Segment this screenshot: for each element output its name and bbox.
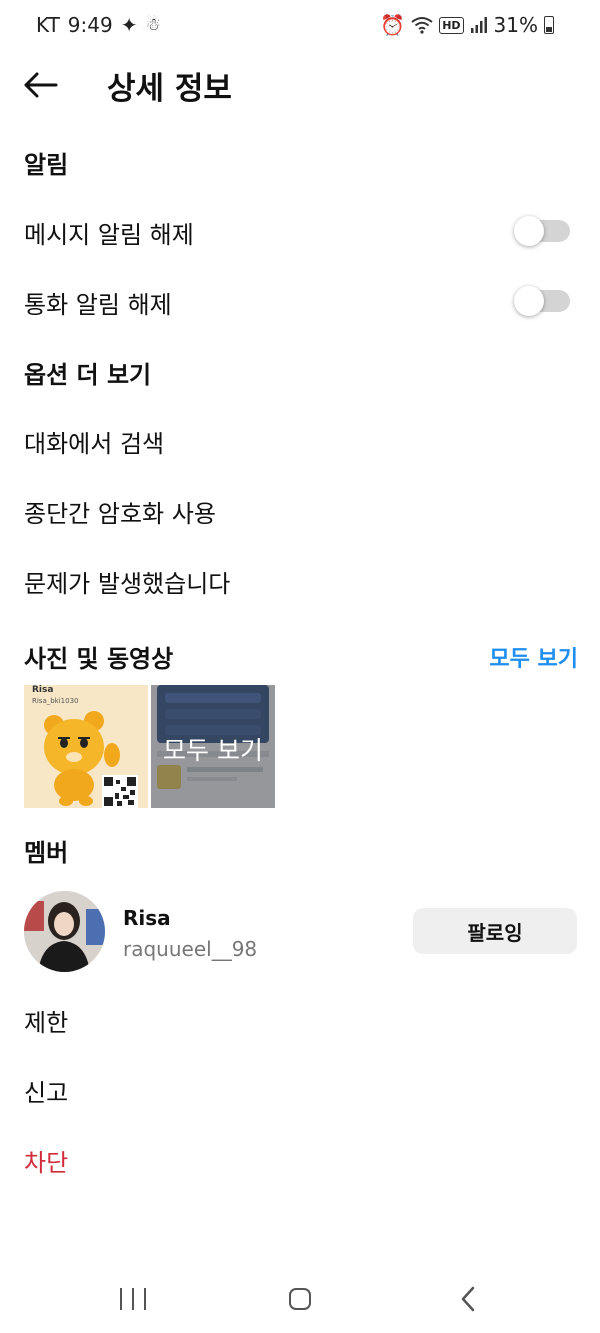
mute-messages-toggle[interactable] <box>514 216 570 246</box>
alarm-icon: ⏰ <box>380 13 406 37</box>
media-thumbnail[interactable]: Risa Risa_bki1030 <box>24 685 148 808</box>
report-item[interactable]: 신고 <box>24 1073 68 1108</box>
end-to-end-encryption-item[interactable]: 종단간 암호화 사용 <box>24 494 216 529</box>
more-options-section-title: 옵션 더 보기 <box>24 361 152 389</box>
member-name: Risa <box>123 906 171 930</box>
hd-badge: HD <box>439 16 464 34</box>
mute-calls-toggle[interactable] <box>514 286 570 316</box>
block-item[interactable]: 차단 <box>24 1143 68 1178</box>
toggle-knob <box>514 286 544 316</box>
member-photo <box>24 891 105 972</box>
notifications-section-title: 알림 <box>24 151 69 179</box>
battery-percent: 31% <box>493 13 538 37</box>
search-in-conversation-item[interactable]: 대화에서 검색 <box>24 424 164 459</box>
member-username: raquueel__98 <box>123 937 258 961</box>
members-section-title: 멤버 <box>24 839 69 867</box>
following-button[interactable]: 팔로잉 <box>413 908 577 954</box>
lion-character-illustration <box>44 711 138 808</box>
media-section-title: 사진 및 동영상 <box>24 645 174 673</box>
home-button[interactable] <box>289 1288 311 1310</box>
see-all-media-link[interactable]: 모두 보기 <box>489 641 578 673</box>
thumbnail-see-all-label: 모두 보기 <box>163 736 263 765</box>
recent-apps-icon <box>120 1288 122 1310</box>
recent-apps-icon-bar <box>132 1288 134 1310</box>
toggle-knob <box>514 216 544 246</box>
recent-apps-button[interactable] <box>120 1288 146 1310</box>
back-button[interactable] <box>18 65 62 105</box>
status-bar: KT 9:49 ✦ ☃ ⏰ HD 31% <box>0 0 600 52</box>
back-arrow-icon <box>24 72 58 98</box>
media-grid: Risa Risa_bki1030 모두 보기 <box>24 685 275 808</box>
snowman-icon: ☃ <box>145 15 161 35</box>
wifi-icon <box>411 17 433 34</box>
avatar[interactable] <box>24 891 105 972</box>
restrict-item[interactable]: 제한 <box>24 1003 68 1038</box>
system-nav-bar <box>0 1270 600 1330</box>
clock: 9:49 <box>67 13 113 37</box>
header: 상세 정보 <box>0 55 600 115</box>
report-problem-item[interactable]: 문제가 발생했습니다 <box>24 564 230 599</box>
status-right: ⏰ HD 31% <box>380 13 554 37</box>
sparkle-icon: ✦ <box>120 13 138 37</box>
mute-calls-label: 통화 알림 해제 <box>24 291 172 319</box>
nav-back-icon[interactable] <box>458 1286 480 1312</box>
battery-icon <box>544 16 554 34</box>
media-see-all-thumbnail[interactable]: 모두 보기 <box>151 685 275 808</box>
recent-apps-icon-bar <box>144 1288 146 1310</box>
page-title: 상세 정보 <box>107 71 232 107</box>
signal-icon <box>470 17 487 33</box>
mute-messages-label: 메시지 알림 해제 <box>24 221 194 249</box>
status-left: KT 9:49 ✦ ☃ <box>36 13 161 37</box>
carrier-label: KT <box>36 13 60 37</box>
